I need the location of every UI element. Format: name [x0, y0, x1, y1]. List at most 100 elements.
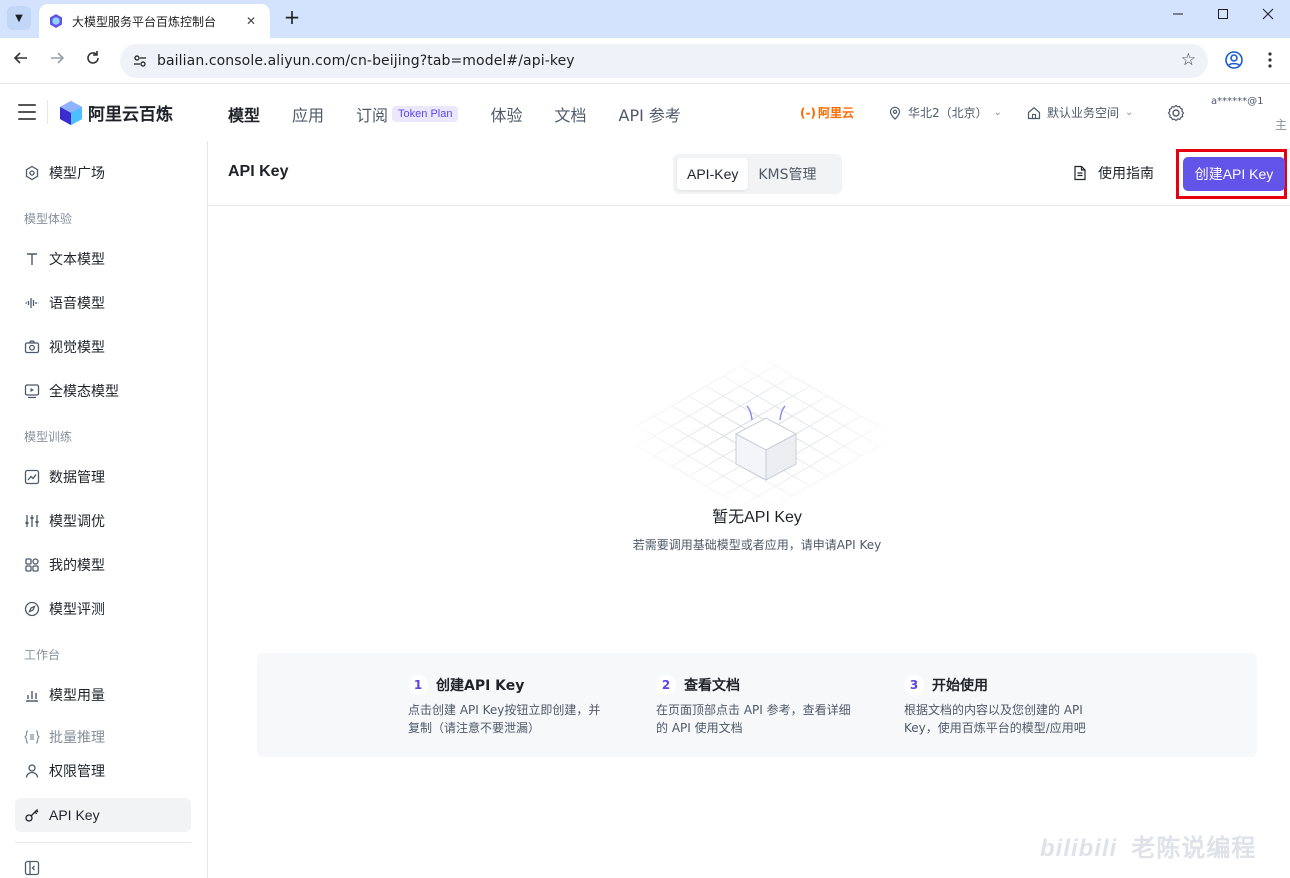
audio-wave-icon [25, 298, 39, 308]
sidebar-item-label: 文本模型 [49, 252, 105, 268]
nav-subscribe[interactable]: 订阅 Token Plan [356, 102, 490, 126]
sidebar-item-label: 模型用量 [49, 688, 105, 704]
user-account[interactable]: a******@1 [1211, 96, 1264, 107]
step-item: 1 创建API Key 点击创建 API Key按钮立即创建，并复制（请注意不要… [408, 675, 608, 737]
sidebar-item-label: 批量推理 [49, 730, 105, 746]
workspace-label: 默认业务空间 [1047, 106, 1120, 120]
region-label: 华北2（北京） [908, 106, 988, 120]
bailian-favicon-icon [50, 14, 62, 28]
page-title: API Key [228, 163, 289, 180]
sidebar-item-text-model[interactable]: 文本模型 [15, 242, 191, 276]
sidebar-collapse-icon[interactable] [24, 860, 40, 876]
sidebar-item-permissions[interactable]: 权限管理 [15, 754, 191, 788]
back-arrow-icon[interactable] [9, 49, 33, 73]
address-bar[interactable]: bailian.console.aliyun.com/cn-beijing?ta… [120, 44, 1208, 78]
bar-chart-icon [26, 691, 38, 702]
line-chart-icon [24, 469, 40, 485]
user-role: 主 [1275, 118, 1288, 132]
site-info-icon[interactable] [132, 53, 148, 69]
tab-title: 大模型服务平台百炼控制台 [72, 14, 217, 29]
sidebar-item-model-usage[interactable]: 模型用量 [15, 678, 191, 712]
tab-kms[interactable]: KMS管理 [748, 158, 826, 190]
sidebar-item-vision-model[interactable]: 视觉模型 [15, 330, 191, 364]
aliyun-mark-icon: (-) [800, 105, 816, 120]
model-plaza-icon [25, 165, 39, 181]
sidebar-item-label: 全模态模型 [49, 384, 119, 400]
tab-close-icon[interactable]: ✕ [242, 14, 260, 28]
sidebar-item-omni-model[interactable]: 全模态模型 [15, 374, 191, 408]
grid-apps-icon [25, 558, 39, 572]
usage-guide-link[interactable]: 使用指南 [1072, 163, 1154, 183]
sidebar-item-data-management[interactable]: 数据管理 [15, 460, 191, 494]
watermark-text: 老陈说编程 [1131, 834, 1257, 862]
browser-tab-strip: ▼ 大模型服务平台百炼控制台 ✕ + [0, 0, 1290, 38]
url-text: bailian.console.aliyun.com/cn-beijing?ta… [157, 53, 575, 69]
usage-guide-label: 使用指南 [1098, 166, 1154, 182]
nav-app[interactable]: 应用 [292, 102, 324, 126]
forward-arrow-icon[interactable] [45, 49, 69, 73]
bilibili-logo: bilibili [1040, 835, 1118, 862]
hamburger-menu-icon[interactable] [18, 104, 36, 120]
step-description: 在页面顶部点击 API 参考，查看详细的 API 使用文档 [656, 703, 851, 735]
workspace-selector[interactable]: 默认业务空间 ⌄ [1027, 104, 1133, 121]
step-description: 根据文档的内容以及您创建的 API Key，使用百炼平台的模型/应用吧 [904, 703, 1086, 735]
tab-search-chevron-icon[interactable]: ▼ [7, 6, 31, 30]
nav-docs[interactable]: 文档 [555, 102, 587, 126]
browser-tab-active[interactable]: 大模型服务平台百炼控制台 ✕ [39, 4, 270, 38]
brand-logo[interactable]: 阿里云百炼 [60, 100, 173, 125]
sidebar-divider [15, 842, 191, 843]
gear-icon[interactable] [1167, 104, 1185, 122]
sidebar-item-label: API Key [49, 807, 100, 823]
empty-box-illustration [620, 355, 896, 506]
sidebar-item-model-evaluation[interactable]: 模型评测 [15, 592, 191, 626]
nav-experience[interactable]: 体验 [490, 102, 522, 126]
sidebar-item-model-tuning[interactable]: 模型调优 [15, 504, 191, 538]
chevron-down-icon: ⌄ [993, 107, 1003, 118]
main-nav: 模型 应用 订阅 Token Plan 体验 文档 API 参考 [228, 102, 713, 126]
chevron-down-icon: ⌄ [1125, 107, 1134, 118]
new-tab-button[interactable]: + [280, 6, 304, 30]
compass-icon [24, 601, 40, 617]
sidebar-item-batch-inference[interactable]: 批量推理 [15, 722, 191, 752]
main-content: API Key API-Key KMS管理 使用指南 创建API Key 暂无A… [208, 141, 1290, 878]
region-selector[interactable]: 华北2（北京） ⌄ [888, 104, 1002, 121]
header-divider [47, 100, 48, 124]
close-window-icon[interactable] [1256, 8, 1280, 28]
aliyun-logo[interactable]: (-) 阿里云 [800, 104, 854, 121]
page-header: API Key API-Key KMS管理 使用指南 创建API Key [208, 141, 1290, 206]
step-item: 2 查看文档 在页面顶部点击 API 参考，查看详细的 API 使用文档 [656, 675, 856, 737]
aliyun-label: 阿里云 [817, 106, 854, 120]
sidebar-item-label: 模型调优 [49, 514, 105, 530]
app-header: 阿里云百炼 模型 应用 订阅 Token Plan 体验 文档 API 参考 (… [0, 84, 1290, 141]
user-icon [25, 764, 39, 778]
document-icon [1074, 165, 1086, 181]
browser-menu-icon[interactable] [1259, 50, 1281, 72]
maximize-icon[interactable] [1211, 8, 1235, 28]
sidebar-item-my-models[interactable]: 我的模型 [15, 548, 191, 582]
reload-icon[interactable] [81, 49, 105, 73]
sidebar-item-api-key[interactable]: API Key [15, 798, 191, 832]
tab-switcher: API-Key KMS管理 [673, 154, 842, 194]
nav-api-reference[interactable]: API 参考 [619, 102, 681, 126]
sidebar-group-experience: 模型体验 [24, 212, 73, 226]
bookmark-star-icon[interactable]: ☆ [1181, 50, 1196, 70]
nav-model[interactable]: 模型 [228, 102, 260, 126]
camera-icon [24, 340, 40, 354]
location-pin-icon [889, 106, 901, 120]
profile-icon[interactable] [1223, 50, 1245, 72]
create-api-key-button[interactable]: 创建API Key [1183, 157, 1285, 191]
minimize-icon[interactable] [1166, 8, 1190, 28]
sidebar-item-model-plaza[interactable]: 模型广场 [15, 156, 191, 190]
list-braces-icon [24, 730, 40, 744]
step-title: 开始使用 [932, 678, 988, 694]
nav-subscribe-label: 订阅 [356, 106, 389, 125]
empty-state-description: 若需要调用基础模型或者应用，请申请API Key [632, 538, 882, 552]
tab-api-key[interactable]: API-Key [677, 158, 749, 190]
sidebar-item-label: 语音模型 [49, 296, 105, 312]
video-play-icon [24, 384, 40, 399]
step-item: 3 开始使用 根据文档的内容以及您创建的 API Key，使用百炼平台的模型/应… [904, 675, 1104, 737]
step-number: 1 [408, 675, 428, 695]
sidebar-item-voice-model[interactable]: 语音模型 [15, 286, 191, 320]
step-title: 查看文档 [684, 678, 740, 694]
sidebar-item-label: 我的模型 [49, 558, 105, 574]
